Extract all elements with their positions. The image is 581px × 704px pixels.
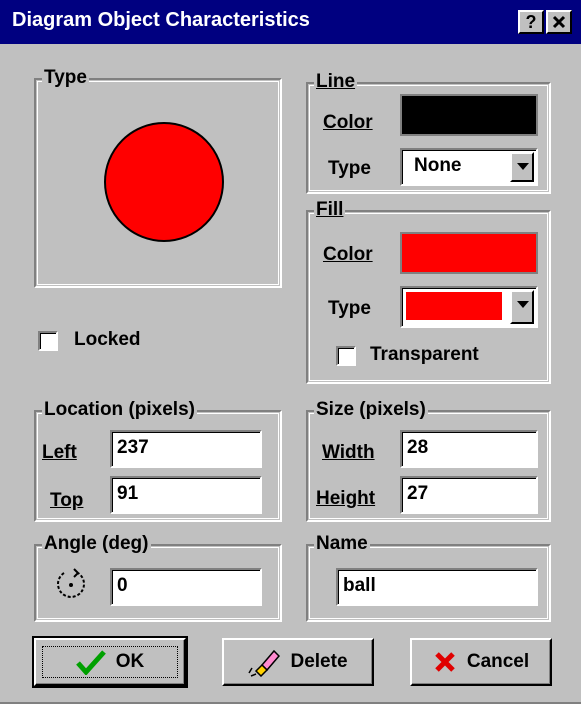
line-type-select[interactable]: None xyxy=(400,148,538,186)
left-label: Left xyxy=(42,442,77,463)
angle-legend: Angle (deg) xyxy=(42,533,151,555)
name-legend: Name xyxy=(314,533,370,555)
name-group: Name ball xyxy=(306,533,551,622)
fill-type-select[interactable] xyxy=(400,286,538,328)
help-button[interactable]: ? xyxy=(518,10,544,34)
fill-legend: Fill xyxy=(314,199,346,221)
cancel-x-icon xyxy=(435,652,455,672)
fill-type-label: Type xyxy=(328,298,371,319)
width-label: Width xyxy=(322,442,375,463)
locked-checkbox[interactable] xyxy=(38,331,58,351)
size-legend: Size (pixels) xyxy=(314,399,428,421)
height-label: Height xyxy=(316,488,376,509)
type-group: Type xyxy=(34,67,282,288)
cancel-button[interactable]: Cancel xyxy=(410,638,552,686)
fill-color-swatch[interactable] xyxy=(400,232,538,274)
line-type-label: Type xyxy=(328,158,371,179)
circle-shape-preview xyxy=(104,122,224,242)
location-legend: Location (pixels) xyxy=(42,399,197,421)
angle-group: Angle (deg) 0 xyxy=(34,533,282,622)
type-legend: Type xyxy=(42,67,89,89)
line-group: Line Color Type None xyxy=(306,71,551,194)
angle-input[interactable]: 0 xyxy=(110,568,262,606)
eraser-icon xyxy=(248,649,281,677)
close-button[interactable] xyxy=(546,10,572,34)
location-group: Location (pixels) Left 237 Top 91 xyxy=(34,399,282,522)
rotate-icon xyxy=(57,568,85,598)
focus-rect xyxy=(42,646,178,678)
transparent-label: Transparent xyxy=(370,344,479,365)
line-color-label: Color xyxy=(323,112,373,133)
fill-color-label: Color xyxy=(323,244,373,265)
top-label: Top xyxy=(50,490,84,511)
top-input[interactable]: 91 xyxy=(110,476,262,514)
line-type-dropdown-button[interactable] xyxy=(510,152,534,182)
fill-group: Fill Color Type Transparent xyxy=(306,199,551,384)
delete-button[interactable]: Delete xyxy=(222,638,374,686)
line-legend: Line xyxy=(314,71,358,93)
ok-button[interactable]: OK xyxy=(32,636,188,688)
height-input[interactable]: 27 xyxy=(400,476,538,514)
name-input[interactable]: ball xyxy=(336,568,538,606)
title-bar: Diagram Object Characteristics ? xyxy=(0,0,581,44)
left-input[interactable]: 237 xyxy=(110,430,262,468)
fill-type-dropdown-button[interactable] xyxy=(510,290,534,324)
window-title: Diagram Object Characteristics xyxy=(12,9,310,31)
delete-label: Delete xyxy=(290,651,348,672)
line-color-swatch[interactable] xyxy=(400,94,538,136)
cancel-label: Cancel xyxy=(466,651,530,672)
size-group: Size (pixels) Width 28 Height 27 xyxy=(306,399,551,522)
line-type-value: None xyxy=(414,155,462,176)
width-input[interactable]: 28 xyxy=(400,430,538,468)
close-icon xyxy=(552,15,566,29)
fill-type-swatch xyxy=(406,292,502,320)
transparent-checkbox[interactable] xyxy=(336,346,356,366)
locked-label: Locked xyxy=(74,329,141,350)
